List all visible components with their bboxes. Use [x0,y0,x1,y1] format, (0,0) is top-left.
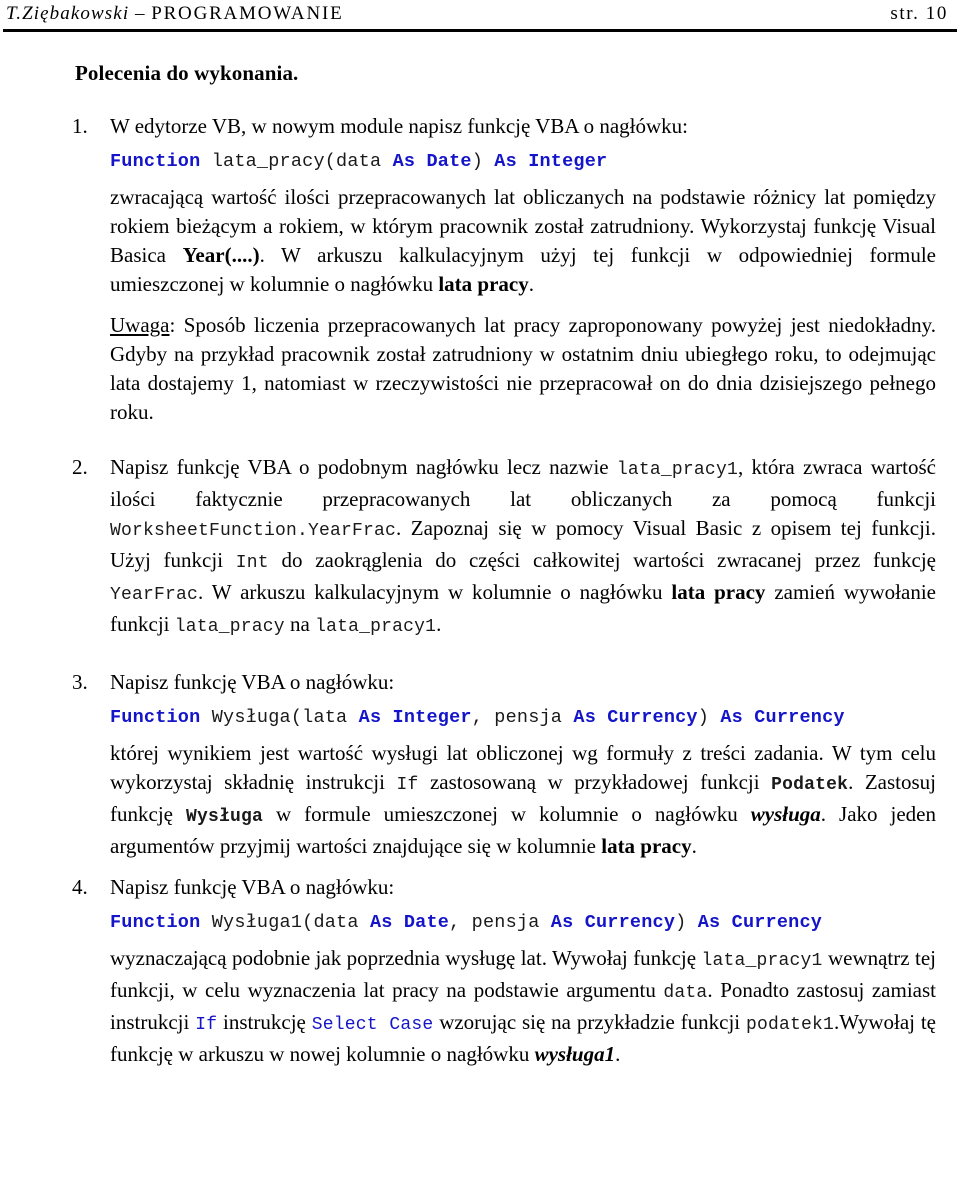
bold-run: lata pracy [601,834,692,858]
inline-code: podatek1 [746,1015,835,1035]
inline-code: WorksheetFunction.YearFrac [110,521,397,541]
bold-run: lata pracy [438,272,529,296]
text-run: . [528,272,534,296]
inline-code: YearFrac [110,585,199,605]
page-content: Polecenia do wykonania. 1. W edytorze VB… [0,34,960,1069]
task-item-2: 2. Napisz funkcję VBA o podobnym nagłówk… [0,453,960,642]
header-course-title: PROGRAMOWANIE [151,3,344,24]
task-body-1: zwracającą wartość ilości przepracowanyc… [110,183,948,299]
code-token: Function [110,707,201,728]
task-marker-3: 3. [72,670,88,694]
inline-code: Podatek [771,775,849,795]
task-marker-4: 4. [72,875,88,899]
inline-code: lata_pracy1 [701,951,823,971]
text-run: wyznaczającą podobnie jak poprzednia wys… [110,946,702,970]
inline-code: Select Case [311,1015,434,1035]
inline-code: If [396,775,419,795]
task-item-1: 1. W edytorze VB, w nowym module napisz … [0,112,960,427]
text-run: wzorując się na przykładzie funkcji [433,1010,746,1034]
bold-run: lata pracy [671,580,766,604]
bold-run: Year(....) [182,243,260,267]
text-run: . [691,834,697,858]
header-page-number: str. 10 [890,3,948,24]
code-token: As Currency [709,707,845,728]
code-token: As Integer [483,151,608,172]
code-token: As Integer [358,707,472,728]
task-list: 1. W edytorze VB, w nowym module napisz … [0,112,960,1069]
header-author: T.Ziębakowski [6,3,130,24]
header-author-title: T.Ziębakowski – PROGRAMOWANIE [6,3,344,25]
note-label: Uwaga [110,313,170,337]
task-marker-1: 1. [72,114,88,138]
task-item-4: 4. Napisz funkcję VBA o nagłówku: Functi… [0,873,960,1069]
inline-code: lata_pracy1 [616,460,738,480]
task-lead-3: Napisz funkcję VBA o nagłówku: [110,670,395,694]
section-title: Polecenia do wykonania. [75,61,299,85]
page-header-row: T.Ziębakowski – PROGRAMOWANIE str. 10 [0,0,960,25]
task-note-1: Uwaga: Sposób liczenia przepracowanych l… [110,311,948,427]
code-token: ) [471,151,483,172]
code-line-3: Function Wysługa(lata As Integer, pensja… [110,704,948,732]
code-token: As Date [369,912,450,933]
text-run: . [615,1042,621,1066]
inline-code: data [663,983,708,1003]
text-run: na [284,612,316,636]
bold-italic-run: wysługa1 [534,1042,616,1066]
text-run: . [436,612,442,636]
note-text: : Sposób liczenia przepracowanych lat pr… [110,313,936,424]
code-token: As Currency [686,912,823,933]
task-body-3: której wynikiem jest wartość wysługi lat… [110,739,948,861]
text-run: . W arkuszu kalkulacyjnym w kolumnie o n… [198,580,672,604]
header-separator: – [134,3,146,24]
task-lead-1: W edytorze VB, w nowym module napisz fun… [110,114,689,138]
inline-code: lata_pracy [174,617,285,637]
document-page: T.Ziębakowski – PROGRAMOWANIE str. 10 Po… [0,0,960,1193]
text-run: zastosowaną w przykładowej funkcji [418,770,772,794]
text-run: do zaokrąglenia do części całkowitej war… [268,548,937,572]
task-lead-4: Napisz funkcję VBA o nagłówku: [110,875,395,899]
code-token: Wysługa1(data [200,912,370,933]
code-token: ) [675,912,687,933]
inline-code: Wysługa [185,807,263,827]
bold-italic-run: wysługa [750,802,821,826]
task-item-3: 3. Napisz funkcję VBA o nagłówku: Functi… [0,668,960,861]
code-token: ) [697,707,710,728]
text-run: w formule umieszczonej w kolumnie o nagł… [263,802,751,826]
code-token: Wysługa(lata [200,707,359,728]
inline-code: Int [235,553,269,573]
code-token: Function [110,912,201,933]
code-token: As Currency [573,707,698,728]
inline-code: lata_pracy1 [315,617,437,637]
task-body-4: wyznaczającą podobnie jak poprzednia wys… [110,944,948,1069]
code-token: , pensja [449,912,551,933]
code-token: Function [110,151,201,172]
text-run: instrukcję [217,1010,312,1034]
inline-code: If [195,1015,218,1035]
code-token: As Date [392,151,472,172]
code-line-4: Function Wysługa1(data As Date, pensja A… [110,909,948,937]
text-run: Napisz funkcję VBA o podobnym nagłówku l… [110,455,617,479]
page-header: T.Ziębakowski – PROGRAMOWANIE str. 10 [0,0,960,34]
task-marker-2: 2. [72,455,88,479]
code-token: As Currency [550,912,676,933]
code-token: , pensja [471,707,574,728]
task-body-2: Napisz funkcję VBA o podobnym nagłówku l… [110,453,948,642]
code-line-1: Function lata_pracy(data As Date) As Int… [110,148,948,176]
header-rule [3,29,957,32]
code-token: lata_pracy(data [200,151,393,172]
